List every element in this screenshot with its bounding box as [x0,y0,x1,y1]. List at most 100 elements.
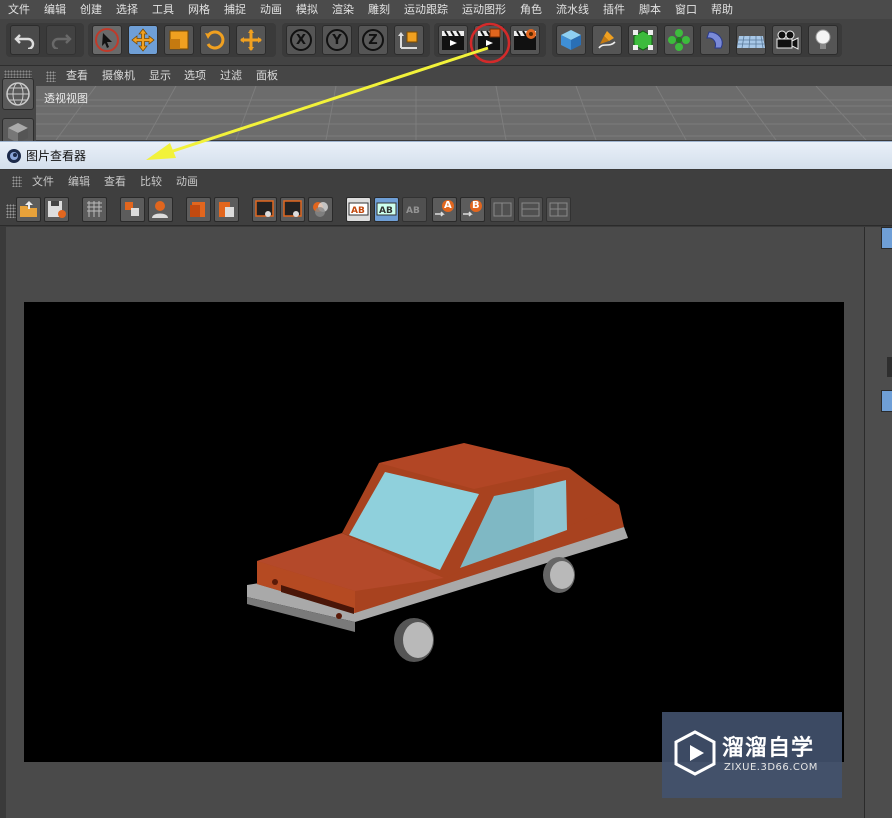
move-tool-button[interactable] [128,25,158,55]
floor-button[interactable] [736,25,766,55]
pv-menu-animation[interactable]: 动画 [176,170,198,193]
watermark-brand: 溜溜自学 [722,736,815,761]
menu-character[interactable]: 角色 [520,1,542,18]
watermark-url: ZIXUE.3D66.COM [724,762,818,773]
render-settings-button[interactable] [510,25,540,55]
pv-toolbar-grip[interactable] [6,204,16,218]
save-image-button[interactable] [44,197,69,222]
viewport-menu-panel[interactable]: 面板 [256,66,278,86]
menu-edit[interactable]: 编辑 [44,1,66,18]
viewport-menu-view[interactable]: 查看 [66,66,88,86]
set-b-button[interactable]: B [460,197,485,222]
menu-animate[interactable]: 动画 [260,1,282,18]
view-b-button[interactable] [280,197,305,222]
select-tool-button[interactable] [92,25,122,55]
coordinate-system-button[interactable] [394,25,424,55]
render-view-button[interactable] [438,25,468,55]
rotate-tool-button[interactable] [200,25,230,55]
side-tab-1[interactable] [881,227,892,249]
x-axis-button[interactable]: X [286,25,316,55]
cloner-icon [668,29,690,51]
picture-viewer-titlebar[interactable]: 图片查看器 [0,141,892,169]
menu-help[interactable]: 帮助 [711,1,733,18]
svg-text:AB: AB [406,206,420,216]
delete-frame-button[interactable] [186,197,211,222]
compare-mode-2-button[interactable] [518,197,543,222]
viewport-menu-cameras[interactable]: 摄像机 [102,66,135,86]
menu-simulate[interactable]: 模拟 [296,1,318,18]
copy-icon [125,202,139,216]
compare-mode-3-button[interactable] [546,197,571,222]
viewport-menu-filter[interactable]: 过滤 [220,66,242,86]
menu-motion-tracker[interactable]: 运动跟踪 [404,1,448,18]
y-axis-button[interactable]: Y [322,25,352,55]
viewport-menu-grip[interactable] [46,71,56,82]
z-axis-button[interactable]: Z [358,25,388,55]
redo-button[interactable] [46,25,76,55]
clapper-icon [442,30,464,50]
menu-select[interactable]: 选择 [116,1,138,18]
view-a-button[interactable] [252,197,277,222]
compare-mode-3-icon [549,202,568,217]
cube-button[interactable] [556,25,586,55]
pv-menu-grip[interactable] [12,176,22,187]
viewport-menu-options[interactable]: 选项 [184,66,206,86]
grid-select-button[interactable] [82,197,107,222]
set-a-label: A [444,200,452,211]
ab-compare-button[interactable]: AB [346,197,371,222]
subdivision-button[interactable] [628,25,658,55]
pv-menu-compare[interactable]: 比较 [140,170,162,193]
menu-snap[interactable]: 捕捉 [224,1,246,18]
open-image-button[interactable] [16,197,41,222]
view-frame-icon [255,200,274,217]
menu-file[interactable]: 文件 [8,1,30,18]
cloner-button[interactable] [664,25,694,55]
menu-mograph[interactable]: 运动图形 [462,1,506,18]
camera-icon [776,30,799,50]
copy-image-button[interactable] [120,197,145,222]
scale-tool-button[interactable] [164,25,194,55]
pv-menu-file[interactable]: 文件 [32,170,54,193]
delete-all-button[interactable] [214,197,239,222]
perspective-viewport[interactable]: 透视视图 [36,86,892,140]
deformer-button[interactable] [700,25,730,55]
pv-menu-view[interactable]: 查看 [104,170,126,193]
palette-grip[interactable] [4,70,32,78]
menu-create[interactable]: 创建 [80,1,102,18]
pv-menu-edit[interactable]: 编辑 [68,170,90,193]
live-select-button[interactable] [236,25,266,55]
subdivision-icon [633,30,653,51]
menu-sculpt[interactable]: 雕刻 [368,1,390,18]
set-a-button[interactable]: A [432,197,457,222]
compare-mode-1-button[interactable] [490,197,515,222]
picture-viewer-menu-bar: 文件 编辑 查看 比较 动画 [0,170,892,193]
view-channels-button[interactable] [308,197,333,222]
menu-plugins[interactable]: 插件 [603,1,625,18]
user-image-button[interactable] [148,197,173,222]
viewport-menu-display[interactable]: 显示 [149,66,171,86]
menu-window[interactable]: 窗口 [675,1,697,18]
light-button[interactable] [808,25,838,55]
watermark: 溜溜自学 ZIXUE.3D66.COM [662,712,842,798]
ab-toggle-icon: AB [376,202,397,216]
menu-script[interactable]: 脚本 [639,1,661,18]
menu-pipeline[interactable]: 流水线 [556,1,589,18]
move-icon [131,28,155,52]
undo-button[interactable] [10,25,40,55]
globe-icon [6,82,30,106]
picture-viewer-side-panel [864,227,892,818]
side-tab-2[interactable] [881,390,892,412]
make-editable-button[interactable] [2,78,34,110]
left-palette [0,66,36,146]
pen-spline-button[interactable] [592,25,622,55]
menu-render[interactable]: 渲染 [332,1,354,18]
grid-icon [87,201,102,217]
ab-toggle-button[interactable]: AB [374,197,399,222]
side-scroll-handle[interactable] [887,357,892,377]
ab-split-button[interactable]: AB [402,197,427,222]
user-icon [152,201,168,218]
delete-frames-icon [190,202,205,217]
camera-button[interactable] [772,25,802,55]
menu-tools[interactable]: 工具 [152,1,174,18]
menu-mesh[interactable]: 网格 [188,1,210,18]
